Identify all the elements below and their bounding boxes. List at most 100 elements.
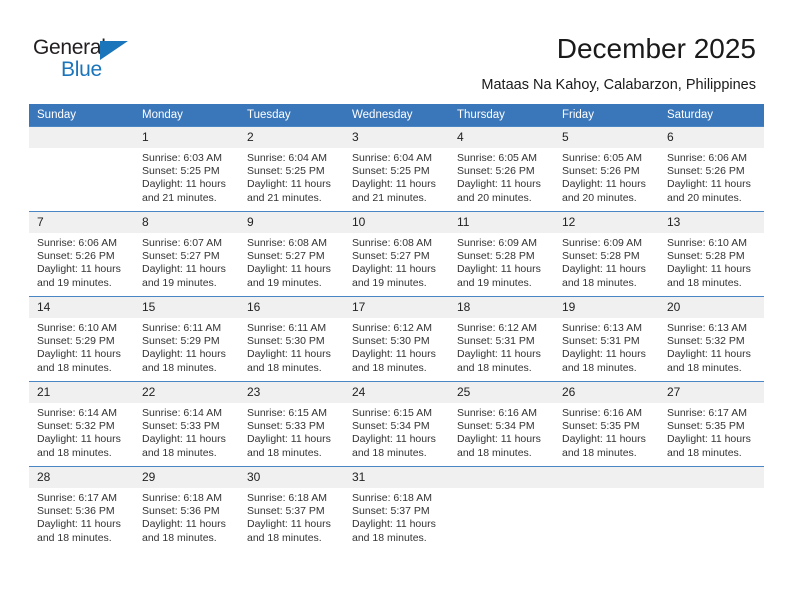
calendar-day-cell[interactable]: 2 Sunrise: 6:04 AM Sunset: 5:25 PM Daylight… [239, 126, 344, 212]
calendar-day-cell[interactable]: 19 Sunrise: 6:13 AM Sunset: 5:31 PM Dayligh… [554, 296, 659, 382]
daylight-text-line1: Daylight: 11 hours [142, 433, 226, 446]
calendar-day-cell[interactable]: 24 Sunrise: 6:15 AM Sunset: 5:34 PM Dayligh… [344, 381, 449, 467]
calendar-day-cell[interactable]: 10 Sunrise: 6:08 AM Sunset: 5:27 PM Dayligh… [344, 211, 449, 297]
daylight-text-line2: and 20 minutes. [667, 191, 742, 204]
calendar-day-cell-empty [554, 466, 659, 551]
calendar-day-cell[interactable]: 7 Sunrise: 6:06 AM Sunset: 5:26 PM Daylight… [29, 211, 134, 297]
daylight-text-line2: and 21 minutes. [142, 191, 217, 204]
day-details: Sunrise: 6:15 AM Sunset: 5:34 PM Daylight:… [344, 403, 449, 460]
day-number: 4 [449, 127, 554, 148]
calendar-day-cell[interactable]: 16 Sunrise: 6:11 AM Sunset: 5:30 PM Dayligh… [239, 296, 344, 382]
day-number: 28 [29, 467, 134, 488]
daylight-text-line2: and 18 minutes. [142, 531, 217, 544]
daylight-text-line2: and 18 minutes. [37, 361, 112, 374]
daylight-text-line2: and 19 minutes. [352, 276, 427, 289]
daylight-text-line2: and 18 minutes. [457, 361, 532, 374]
sunset-text: Sunset: 5:37 PM [352, 505, 430, 518]
daylight-text-line1: Daylight: 11 hours [352, 433, 436, 446]
day-number: 7 [29, 212, 134, 233]
day-details: Sunrise: 6:13 AM Sunset: 5:31 PM Daylight:… [554, 318, 659, 375]
daylight-text-line1: Daylight: 11 hours [37, 348, 121, 361]
calendar-day-cell[interactable]: 5 Sunrise: 6:05 AM Sunset: 5:26 PM Daylight… [554, 126, 659, 212]
calendar-day-cell[interactable]: 15 Sunrise: 6:11 AM Sunset: 5:29 PM Dayligh… [134, 296, 239, 382]
sunset-text: Sunset: 5:25 PM [352, 165, 430, 178]
day-details: Sunrise: 6:15 AM Sunset: 5:33 PM Daylight:… [239, 403, 344, 460]
day-number: 3 [344, 127, 449, 148]
calendar-week-row: 28 Sunrise: 6:17 AM Sunset: 5:36 PM Dayligh… [29, 466, 764, 551]
calendar-day-cell[interactable]: 17 Sunrise: 6:12 AM Sunset: 5:30 PM Dayligh… [344, 296, 449, 382]
calendar-day-cell[interactable]: 25 Sunrise: 6:16 AM Sunset: 5:34 PM Dayligh… [449, 381, 554, 467]
calendar-day-cell[interactable]: 28 Sunrise: 6:17 AM Sunset: 5:36 PM Dayligh… [29, 466, 134, 551]
day-number: 9 [239, 212, 344, 233]
sunset-text: Sunset: 5:25 PM [247, 165, 325, 178]
daylight-text-line1: Daylight: 11 hours [142, 263, 226, 276]
calendar-week-row: 14 Sunrise: 6:10 AM Sunset: 5:29 PM Dayligh… [29, 296, 764, 382]
sunrise-text: Sunrise: 6:18 AM [142, 492, 222, 504]
day-number: 12 [554, 212, 659, 233]
day-details: Sunrise: 6:12 AM Sunset: 5:30 PM Daylight:… [344, 318, 449, 375]
calendar-day-cell[interactable]: 22 Sunrise: 6:14 AM Sunset: 5:33 PM Dayligh… [134, 381, 239, 467]
calendar-day-cell[interactable]: 29 Sunrise: 6:18 AM Sunset: 5:36 PM Dayligh… [134, 466, 239, 551]
calendar-day-cell[interactable]: 8 Sunrise: 6:07 AM Sunset: 5:27 PM Daylight… [134, 211, 239, 297]
sunset-text: Sunset: 5:26 PM [667, 165, 745, 178]
day-number: 24 [344, 382, 449, 403]
daylight-text-line2: and 20 minutes. [457, 191, 532, 204]
sunset-text: Sunset: 5:36 PM [37, 505, 115, 518]
daylight-text-line1: Daylight: 11 hours [457, 263, 541, 276]
day-number: 20 [659, 297, 764, 318]
daylight-text-line1: Daylight: 11 hours [247, 178, 331, 191]
daylight-text-line2: and 18 minutes. [562, 446, 637, 459]
calendar-day-cell-empty [29, 126, 134, 212]
day-number: 15 [134, 297, 239, 318]
calendar-day-cell[interactable]: 31 Sunrise: 6:18 AM Sunset: 5:37 PM Dayligh… [344, 466, 449, 551]
calendar-day-cell[interactable]: 20 Sunrise: 6:13 AM Sunset: 5:32 PM Dayligh… [659, 296, 764, 382]
day-number: 1 [134, 127, 239, 148]
day-number: 22 [134, 382, 239, 403]
calendar-day-cell[interactable]: 30 Sunrise: 6:18 AM Sunset: 5:37 PM Dayligh… [239, 466, 344, 551]
general-blue-logo[interactable]: General Blue [33, 36, 153, 82]
calendar-day-cell[interactable]: 4 Sunrise: 6:05 AM Sunset: 5:26 PM Daylight… [449, 126, 554, 212]
sunrise-text: Sunrise: 6:05 AM [457, 152, 537, 164]
daylight-text-line2: and 18 minutes. [667, 446, 742, 459]
sunrise-text: Sunrise: 6:09 AM [562, 237, 642, 249]
sunrise-text: Sunrise: 6:13 AM [667, 322, 747, 334]
sunrise-text: Sunrise: 6:06 AM [37, 237, 117, 249]
calendar-grid: Sunday Monday Tuesday Wednesday Thursday… [29, 104, 764, 551]
calendar-day-cell-empty [449, 466, 554, 551]
daylight-text-line2: and 19 minutes. [37, 276, 112, 289]
daylight-text-line2: and 19 minutes. [247, 276, 322, 289]
calendar-day-cell[interactable]: 27 Sunrise: 6:17 AM Sunset: 5:35 PM Dayligh… [659, 381, 764, 467]
sunrise-text: Sunrise: 6:08 AM [247, 237, 327, 249]
calendar-day-cell[interactable]: 18 Sunrise: 6:12 AM Sunset: 5:31 PM Dayligh… [449, 296, 554, 382]
daylight-text-line2: and 18 minutes. [142, 446, 217, 459]
calendar-day-cell[interactable]: 13 Sunrise: 6:10 AM Sunset: 5:28 PM Dayligh… [659, 211, 764, 297]
weekday-header-wednesday: Wednesday [344, 104, 449, 127]
calendar-day-cell[interactable]: 3 Sunrise: 6:04 AM Sunset: 5:25 PM Daylight… [344, 126, 449, 212]
daylight-text-line2: and 18 minutes. [352, 446, 427, 459]
day-number: 31 [344, 467, 449, 488]
calendar-day-cell[interactable]: 9 Sunrise: 6:08 AM Sunset: 5:27 PM Daylight… [239, 211, 344, 297]
daylight-text-line1: Daylight: 11 hours [247, 518, 331, 531]
sunset-text: Sunset: 5:28 PM [562, 250, 640, 263]
day-number: 27 [659, 382, 764, 403]
calendar-day-cell[interactable]: 26 Sunrise: 6:16 AM Sunset: 5:35 PM Dayligh… [554, 381, 659, 467]
daylight-text-line1: Daylight: 11 hours [562, 178, 646, 191]
calendar-day-cell[interactable]: 14 Sunrise: 6:10 AM Sunset: 5:29 PM Dayligh… [29, 296, 134, 382]
sunset-text: Sunset: 5:27 PM [247, 250, 325, 263]
daylight-text-line2: and 18 minutes. [667, 361, 742, 374]
day-number [554, 467, 659, 488]
calendar-body: 1 Sunrise: 6:03 AM Sunset: 5:25 PM Daylight… [29, 126, 764, 551]
day-details: Sunrise: 6:18 AM Sunset: 5:37 PM Daylight:… [344, 488, 449, 545]
calendar-day-cell[interactable]: 1 Sunrise: 6:03 AM Sunset: 5:25 PM Daylight… [134, 126, 239, 212]
day-number: 10 [344, 212, 449, 233]
calendar-day-cell[interactable]: 11 Sunrise: 6:09 AM Sunset: 5:28 PM Dayligh… [449, 211, 554, 297]
calendar-day-cell[interactable]: 6 Sunrise: 6:06 AM Sunset: 5:26 PM Daylight… [659, 126, 764, 212]
sunrise-text: Sunrise: 6:18 AM [247, 492, 327, 504]
day-details [449, 488, 554, 492]
weekday-header-thursday: Thursday [449, 104, 554, 127]
calendar-day-cell[interactable]: 12 Sunrise: 6:09 AM Sunset: 5:28 PM Dayligh… [554, 211, 659, 297]
calendar-day-cell[interactable]: 23 Sunrise: 6:15 AM Sunset: 5:33 PM Dayligh… [239, 381, 344, 467]
sunrise-text: Sunrise: 6:17 AM [37, 492, 117, 504]
day-details: Sunrise: 6:10 AM Sunset: 5:28 PM Daylight:… [659, 233, 764, 290]
calendar-day-cell[interactable]: 21 Sunrise: 6:14 AM Sunset: 5:32 PM Dayligh… [29, 381, 134, 467]
